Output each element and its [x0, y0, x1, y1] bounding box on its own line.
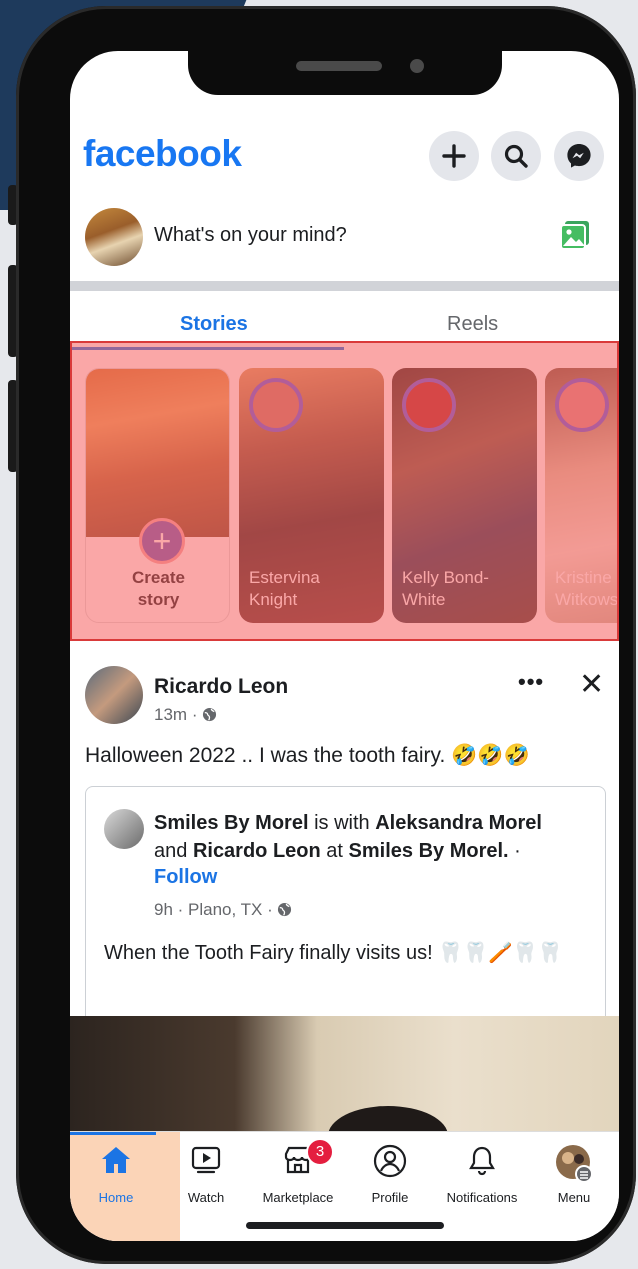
- story-avatar: [249, 378, 303, 432]
- and-text: and: [154, 840, 188, 862]
- story-author-line1: Kelly Bond-: [402, 568, 489, 587]
- phone-frame: facebook What's on your mind? Stories Re…: [16, 6, 636, 1264]
- add-story-icon[interactable]: +: [139, 518, 185, 564]
- post-author-avatar[interactable]: [85, 666, 143, 724]
- story-avatar: [402, 378, 456, 432]
- create-story-label-line2: story: [137, 590, 180, 609]
- menu-avatar-icon: [556, 1145, 593, 1183]
- story-author-line1: Estervina: [249, 568, 320, 587]
- bell-icon: [469, 1146, 495, 1176]
- tab-stories[interactable]: Stories: [180, 313, 248, 336]
- post-author-name[interactable]: Ricardo Leon: [154, 675, 288, 699]
- shared-time-location: 9h · Plano, TX ·: [154, 900, 273, 919]
- story-card[interactable]: Estervina Knight: [239, 368, 384, 623]
- photo-icon[interactable]: [558, 219, 592, 251]
- with-text: is with: [314, 812, 370, 834]
- story-avatar: [555, 378, 609, 432]
- home-indicator[interactable]: [246, 1222, 444, 1229]
- shared-post-text: When the Tooth Fairy finally visits us! …: [104, 942, 563, 964]
- section-divider: [70, 281, 619, 291]
- nav-watch-label: Watch: [187, 1190, 225, 1205]
- follow-button[interactable]: Follow: [154, 866, 217, 889]
- globe-icon: [203, 707, 217, 722]
- nav-marketplace-label: Marketplace: [262, 1190, 334, 1205]
- nav-notifications[interactable]: Notifications: [436, 1132, 528, 1241]
- create-button[interactable]: [429, 131, 479, 181]
- tagged-place[interactable]: Smiles By Morel.: [349, 840, 509, 862]
- create-story-label-line1: Create: [132, 568, 185, 587]
- create-story-label: Create story: [86, 567, 229, 611]
- story-author-name: Kristine Witkows: [555, 567, 618, 611]
- search-button[interactable]: [491, 131, 541, 181]
- story-author-line1: Kristine: [555, 568, 612, 587]
- messenger-icon: [567, 144, 591, 168]
- dot-separator: ·: [514, 840, 521, 862]
- shared-meta: 9h · Plano, TX ·: [154, 900, 292, 920]
- nav-home-label: Home: [98, 1190, 134, 1205]
- profile-icon: [373, 1144, 407, 1178]
- post-meta: 13m ·: [154, 705, 217, 725]
- tab-reels[interactable]: Reels: [447, 313, 498, 336]
- more-options-icon[interactable]: •••: [518, 669, 544, 695]
- active-nav-indicator: [70, 1132, 156, 1135]
- post-time: 13m: [154, 705, 188, 724]
- story-author-name: Kelly Bond- White: [402, 567, 489, 611]
- notification-badge: 3: [306, 1138, 334, 1166]
- nav-menu-label: Menu: [557, 1190, 591, 1205]
- messenger-button[interactable]: [554, 131, 604, 181]
- post-composer[interactable]: What's on your mind?: [70, 201, 619, 271]
- phone-screen: facebook What's on your mind? Stories Re…: [70, 51, 619, 1241]
- nav-watch[interactable]: Watch: [160, 1132, 252, 1241]
- nav-profile-label: Profile: [371, 1190, 409, 1205]
- shared-header-line1: Smiles By Morel is with Aleksandra Morel: [154, 809, 542, 837]
- story-author-line2: Knight: [249, 590, 298, 609]
- nav-notifications-label: Notifications: [446, 1190, 518, 1205]
- story-author-line2: Witkows: [555, 590, 619, 609]
- tagged-person[interactable]: Ricardo Leon: [193, 840, 321, 862]
- nav-menu[interactable]: Menu: [528, 1132, 619, 1241]
- speaker: [296, 61, 382, 71]
- story-card[interactable]: Kelly Bond- White: [392, 368, 537, 623]
- at-text: at: [326, 840, 343, 862]
- globe-icon: [278, 902, 292, 917]
- story-author-line2: White: [402, 590, 446, 609]
- watch-icon: [191, 1146, 221, 1174]
- tagged-person[interactable]: Aleksandra Morel: [375, 812, 542, 834]
- home-icon: [102, 1147, 130, 1173]
- stories-tray: + Create story Estervina Knight Kelly Bo…: [70, 341, 619, 641]
- plus-icon: [442, 144, 466, 168]
- user-avatar[interactable]: [85, 208, 143, 266]
- shared-page-name[interactable]: Smiles By Morel: [154, 812, 309, 834]
- create-story-card[interactable]: + Create story: [85, 368, 230, 623]
- top-bar: facebook: [70, 121, 619, 191]
- create-story-photo: [86, 369, 229, 537]
- story-card[interactable]: Kristine Witkows: [545, 368, 619, 623]
- story-author-name: Estervina Knight: [249, 567, 320, 611]
- shared-header-line2: and Ricardo Leon at Smiles By Morel. ·: [154, 837, 521, 865]
- front-camera: [410, 59, 424, 73]
- search-icon: [504, 144, 528, 168]
- notch: [188, 51, 502, 95]
- dot-separator: ·: [191, 705, 203, 724]
- composer-placeholder[interactable]: What's on your mind?: [154, 224, 347, 247]
- shared-page-avatar[interactable]: [104, 809, 144, 849]
- facebook-logo[interactable]: facebook: [83, 133, 242, 175]
- shared-post[interactable]: Smiles By Morel is with Aleksandra Morel…: [85, 786, 606, 1027]
- post-text: Halloween 2022 .. I was the tooth fairy.…: [85, 744, 530, 767]
- post-photo[interactable]: [70, 1016, 619, 1166]
- close-icon[interactable]: ✕: [579, 667, 604, 702]
